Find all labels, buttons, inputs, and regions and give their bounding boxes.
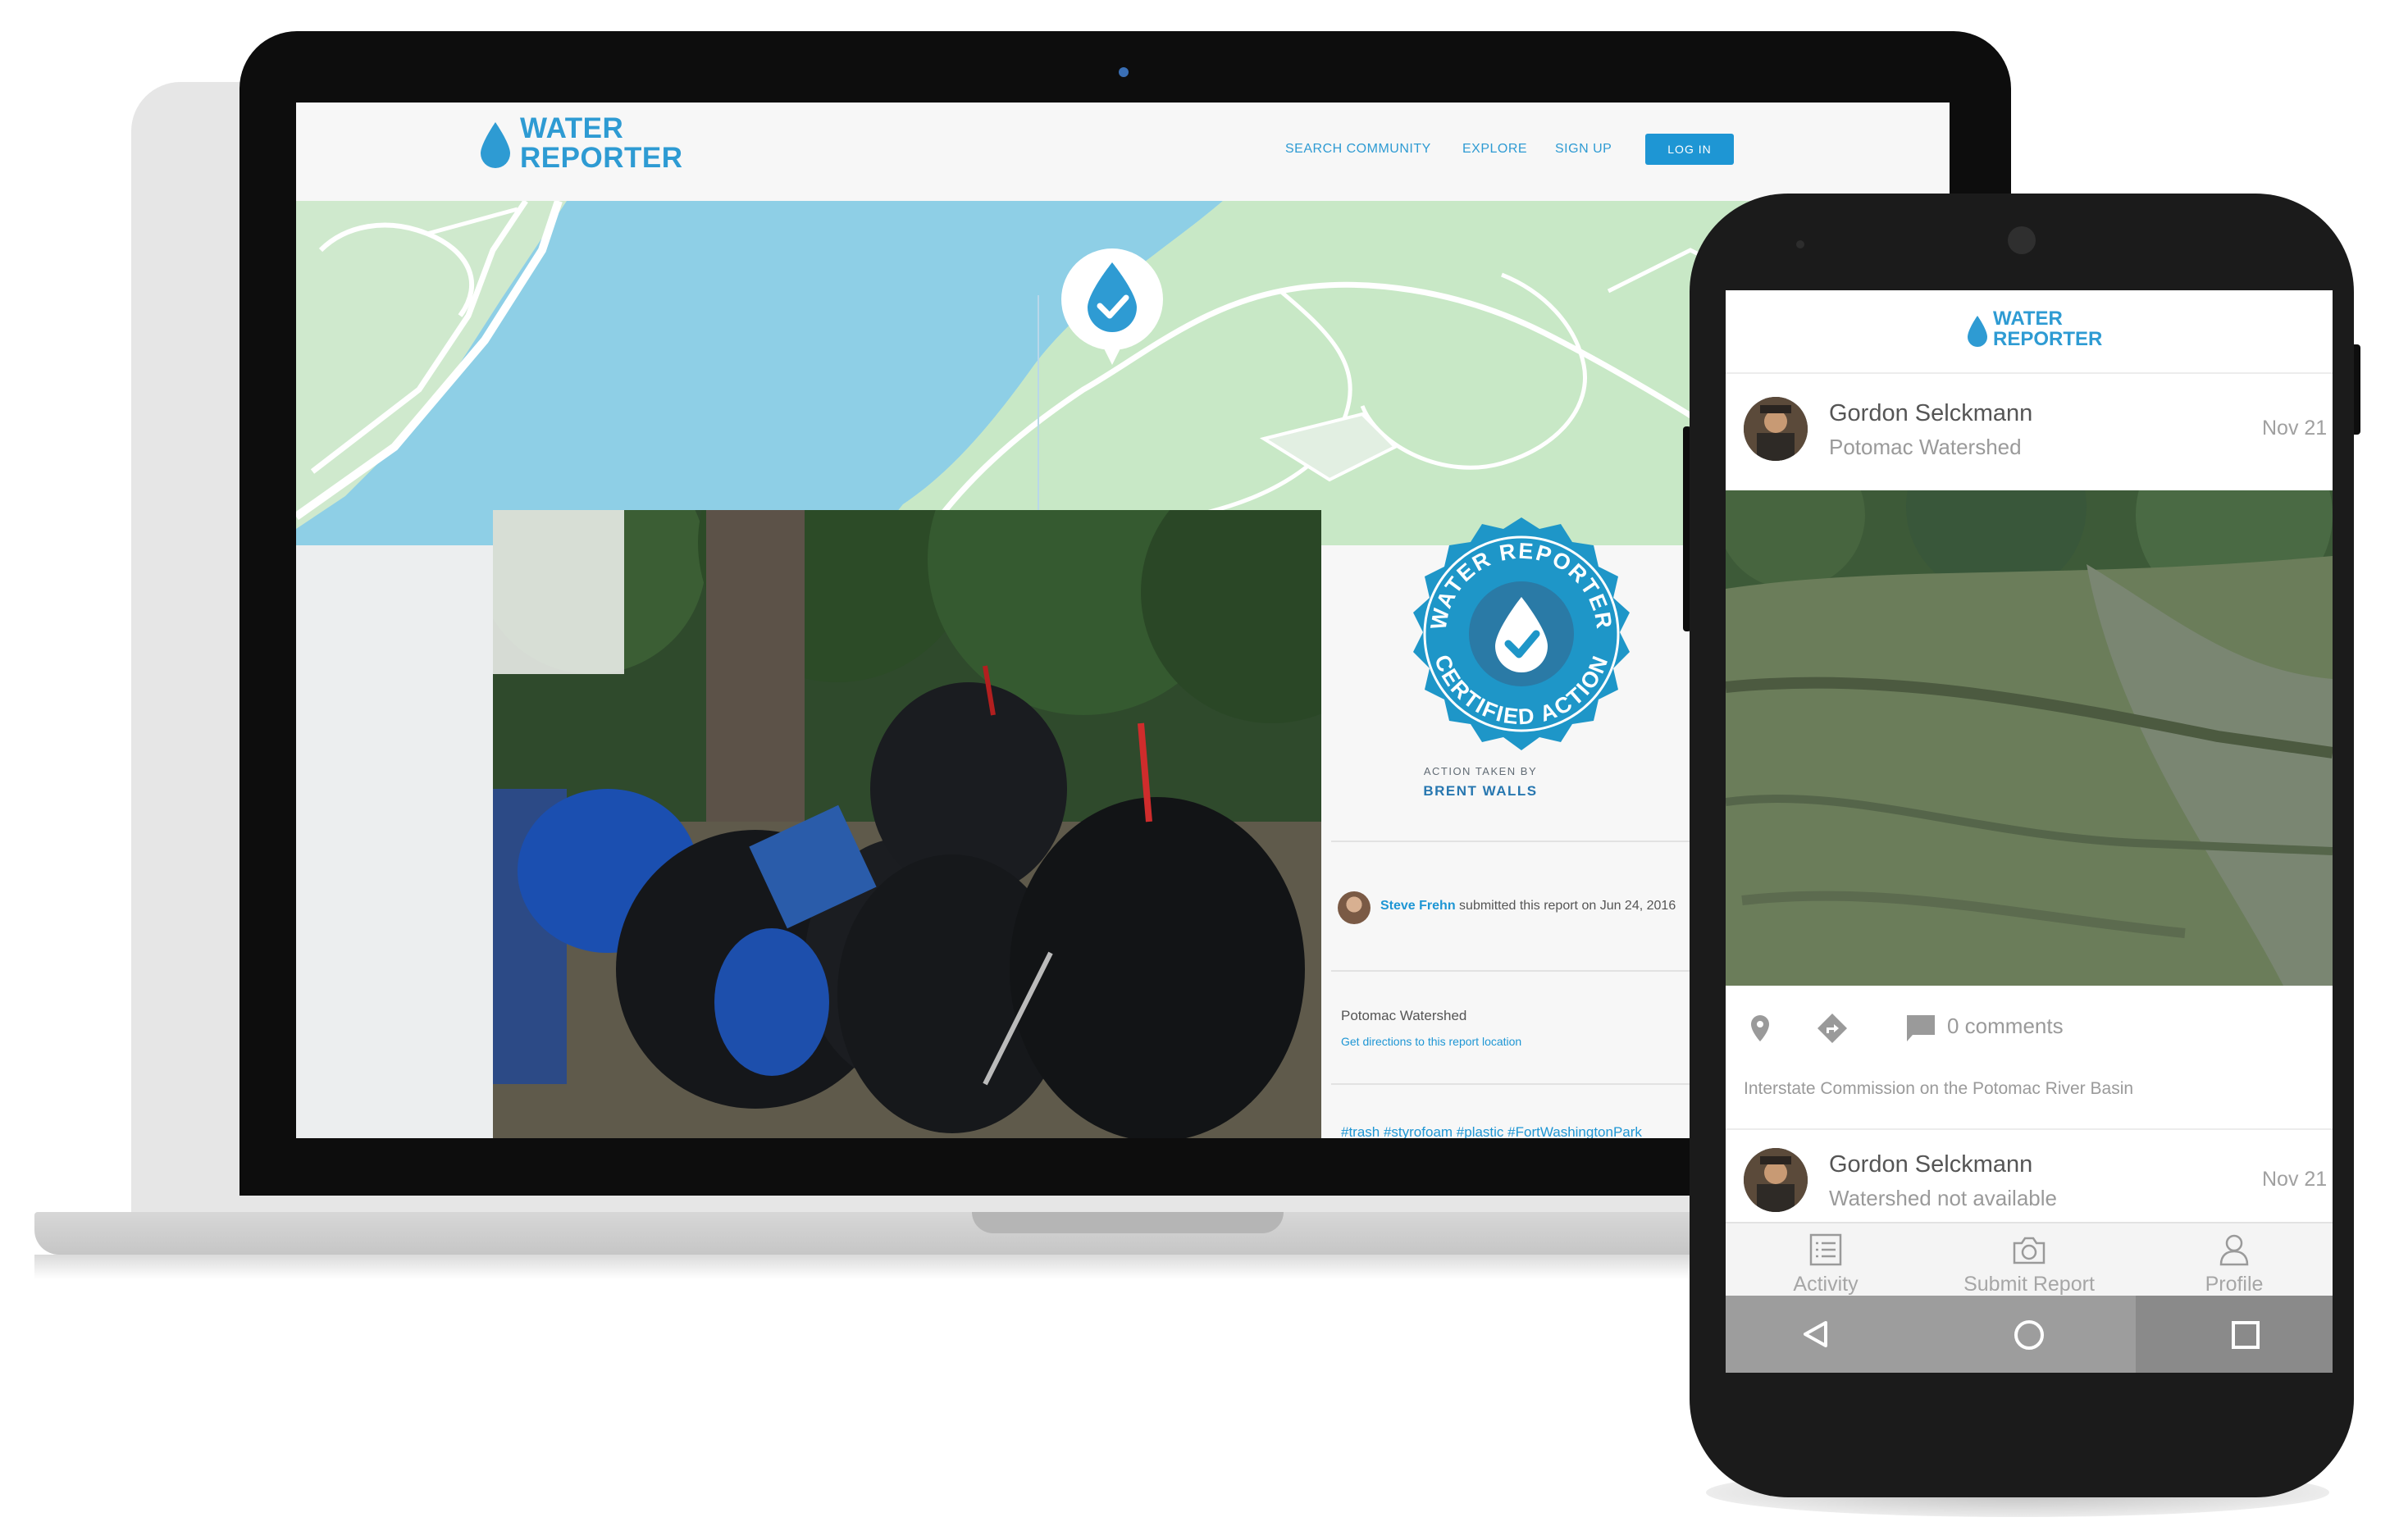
list-icon	[1809, 1233, 1842, 1266]
app-tab-bar: Activity Submit Report Profile	[1726, 1222, 2333, 1297]
submitter-name[interactable]: Steve Frehn	[1380, 899, 1456, 913]
report-hashtags[interactable]: #trash #styrofoam #plastic #FortWashingt…	[1341, 1124, 1642, 1138]
comment-icon[interactable]	[1904, 1012, 1937, 1045]
post-user-name[interactable]: Gordon Selckmann	[1829, 400, 2032, 427]
sidebar-divider	[1331, 970, 1717, 972]
logo-line-1: WATER	[520, 112, 624, 144]
directions-link[interactable]: Get directions to this report location	[1341, 1035, 1521, 1048]
algae-river-photo	[1726, 490, 2333, 986]
site-logo[interactable]: WATER REPORTER	[520, 114, 682, 173]
back-icon[interactable]	[1801, 1320, 1829, 1348]
certified-action-badge: WATER REPORTER CERTIFIED ACTION	[1413, 517, 1630, 750]
logo-line-2: REPORTER	[520, 142, 683, 174]
nav-explore[interactable]: EXPLORE	[1462, 142, 1527, 157]
submitter-line: Steve Frehn submitted this report on Jun…	[1380, 895, 1708, 918]
water-drop-icon[interactable]	[478, 121, 513, 170]
report-photo[interactable]	[493, 510, 1321, 1138]
location-pin-icon[interactable]	[1744, 1012, 1776, 1045]
post-photo[interactable]	[1726, 490, 2333, 986]
recents-icon[interactable]	[2231, 1320, 2260, 1350]
phone-screen: WATER REPORTER Gordon Selckmann Potomac …	[1726, 290, 2333, 1373]
tab-label: Activity	[1793, 1273, 1859, 1296]
home-icon[interactable]	[2013, 1319, 2046, 1351]
action-taken-by-name[interactable]: BRENT WALLS	[1398, 783, 1562, 800]
tab-profile[interactable]: Profile	[2160, 1223, 2308, 1297]
avatar[interactable]	[1744, 397, 1808, 461]
report-watershed: Potomac Watershed	[1341, 1008, 1467, 1023]
tab-activity[interactable]: Activity	[1752, 1223, 1900, 1297]
report-left-gutter	[296, 545, 493, 1138]
camera-icon	[2013, 1237, 2046, 1264]
laptop-camera	[1119, 67, 1129, 77]
android-nav-bar	[1726, 1296, 2333, 1373]
directions-icon[interactable]	[1816, 1012, 1849, 1045]
tab-label: Submit Report	[1963, 1273, 2095, 1296]
submitter-avatar[interactable]	[1338, 891, 1371, 924]
comments-count[interactable]: 0 comments	[1947, 1014, 2064, 1039]
app-logo[interactable]: WATER REPORTER	[1993, 308, 2102, 349]
login-button[interactable]: LOG IN	[1645, 134, 1734, 165]
action-taken-by-label: ACTION TAKEN BY	[1423, 765, 1538, 777]
post-watershed: Potomac Watershed	[1829, 435, 2022, 459]
phone-front-camera	[2008, 226, 2036, 254]
post-organization[interactable]: Interstate Commission on the Potomac Riv…	[1744, 1079, 2133, 1099]
post-divider	[1726, 1128, 2333, 1130]
submitter-date: submitted this report on Jun 24, 2016	[1459, 899, 1676, 913]
post-user-name[interactable]: Gordon Selckmann	[1829, 1151, 2032, 1178]
avatar[interactable]	[1744, 1148, 1808, 1212]
nav-sign-up[interactable]: SIGN UP	[1555, 142, 1612, 157]
sidebar-divider	[1331, 1083, 1717, 1085]
avatar-image	[1744, 1148, 1808, 1212]
app-logo-line-1: WATER	[1993, 308, 2063, 330]
post-watershed: Watershed not available	[1829, 1186, 2057, 1210]
phone-sensor	[1796, 240, 1804, 248]
laptop-base-shadow	[34, 1255, 1921, 1279]
person-icon	[2219, 1234, 2249, 1266]
tab-submit-report[interactable]: Submit Report	[1955, 1223, 2103, 1297]
avatar-image	[1744, 397, 1808, 461]
app-logo-line-2: REPORTER	[1993, 328, 2103, 350]
site-header: WATER REPORTER SEARCH COMMUNITY EXPLORE …	[296, 103, 1950, 201]
nav-search-community[interactable]: SEARCH COMMUNITY	[1285, 142, 1431, 157]
water-drop-icon	[1968, 316, 1987, 347]
post-date: Nov 21	[2262, 1168, 2328, 1191]
app-header-divider	[1726, 372, 2333, 374]
post-date: Nov 21	[2262, 417, 2328, 440]
tab-label: Profile	[2205, 1273, 2264, 1296]
laptop-base-lip	[972, 1212, 1284, 1233]
trash-bags-photo	[493, 510, 1321, 1138]
sidebar-divider	[1331, 841, 1717, 842]
